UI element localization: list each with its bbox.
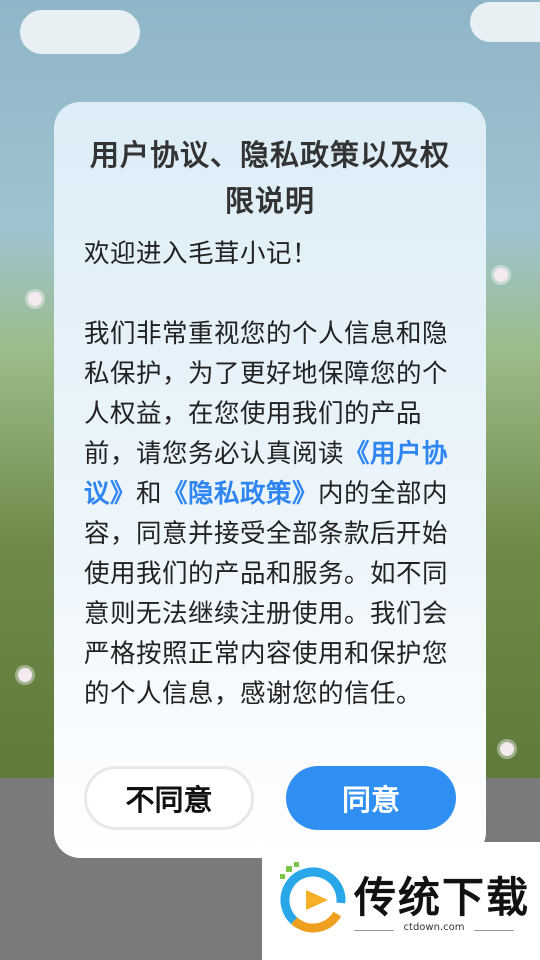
- watermark-url: ctdown.com: [403, 922, 465, 933]
- watermark-brand: 传统下载: [354, 873, 531, 922]
- divider: [474, 930, 514, 931]
- agreement-paragraph: 我们非常重视您的个人信息和隐私保护，为了更好地保障您的个人权益，在您使用我们的产…: [84, 314, 458, 714]
- brand-logo-icon: [280, 862, 346, 933]
- watermark: 传统下载 ctdown.com: [262, 842, 540, 960]
- privacy-policy-link[interactable]: 《隐私政策》: [162, 479, 318, 509]
- body-text-2: 内的全部内容，同意并接受全部条款后开始使用我们的产品和服务。如不同意则无法继续注…: [84, 479, 449, 709]
- agree-button[interactable]: 同意: [286, 766, 456, 830]
- welcome-text: 欢迎进入毛茸小记！: [84, 239, 319, 269]
- disagree-button[interactable]: 不同意: [84, 766, 254, 830]
- and-text: 和: [136, 479, 163, 509]
- dialog-title: 用户协议、隐私政策以及权限说明: [89, 138, 450, 218]
- dialog-body: 欢迎进入毛茸小记！ 我们非常重视您的个人信息和隐私保护，为了更好地保障您的个人权…: [84, 234, 458, 714]
- privacy-dialog: 用户协议、隐私政策以及权限说明 欢迎进入毛茸小记！ 我们非常重视您的个人信息和隐…: [54, 102, 486, 858]
